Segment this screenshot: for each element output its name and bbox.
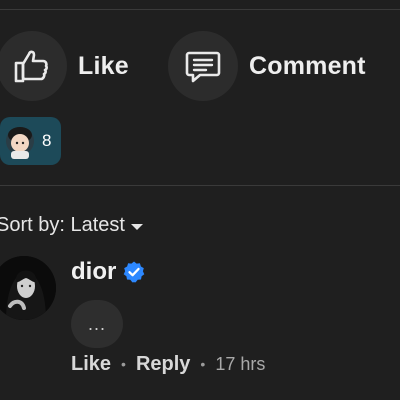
sort-dropdown[interactable]: Sort by: Latest — [0, 214, 143, 237]
more-icon: ... — [87, 313, 106, 334]
separator-dot: • — [121, 356, 126, 372]
reaction-count: 8 — [42, 131, 52, 150]
chevron-down-icon — [130, 224, 143, 230]
separator-dot: • — [200, 356, 206, 372]
like-label: Like — [78, 51, 129, 80]
comment-more-options-button[interactable]: ... — [71, 300, 123, 348]
comment-actions: Like • Reply • 17 hrs — [71, 351, 265, 377]
sort-label: Sort by: Latest — [0, 214, 125, 236]
verified-badge-icon — [124, 261, 145, 283]
comment-author-avatar[interactable] — [0, 256, 56, 320]
comment-author-name[interactable]: dior — [71, 258, 116, 286]
comment-timestamp: 17 hrs — [215, 353, 266, 374]
author-photo — [0, 256, 56, 320]
thumbs-up-icon — [14, 50, 48, 83]
post-action-bar: Like Comment — [0, 31, 400, 101]
like-button[interactable]: Like — [0, 31, 129, 101]
section-divider — [0, 185, 400, 186]
reaction-summary[interactable]: 8 — [0, 117, 61, 165]
post-comments-screen: Like Comment 8 Sort by: Latest dior ... … — [0, 0, 400, 400]
comment-header: dior — [71, 258, 146, 286]
top-divider — [0, 0, 400, 10]
comment-icon-wrap — [168, 31, 238, 101]
comment-reply-link[interactable]: Reply — [136, 353, 190, 376]
comment-label: Comment — [249, 51, 366, 80]
reactor-avatar-icon — [6, 127, 34, 159]
like-icon-wrap — [0, 31, 67, 101]
comment-icon — [185, 51, 221, 83]
reactor-avatar — [0, 121, 40, 161]
comment-like-link[interactable]: Like — [71, 353, 111, 376]
comment-button[interactable]: Comment — [168, 31, 366, 101]
